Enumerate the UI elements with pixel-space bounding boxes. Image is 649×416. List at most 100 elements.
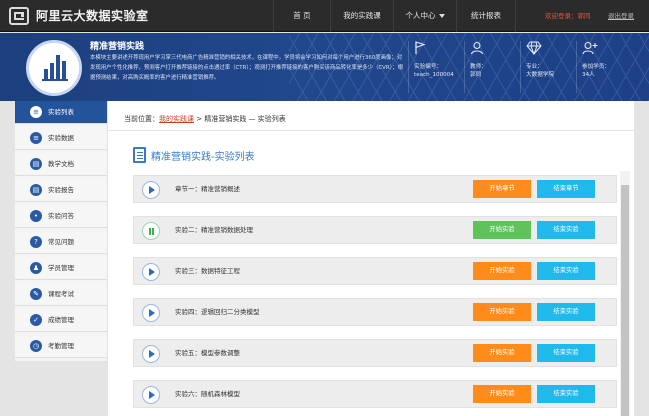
nav-personal-center[interactable]: 个人中心: [394, 0, 456, 32]
list-title: 精准营销实践-实验列表: [151, 152, 255, 163]
meta-students-label: 参加学员：: [582, 64, 610, 70]
sidebar-item-label: 学员管理: [48, 264, 74, 272]
sidebar-item-grade-management[interactable]: ✓ 成绩管理: [15, 309, 107, 332]
meta-teacher-value: 郭同: [470, 72, 482, 78]
add-user-icon: [582, 41, 642, 63]
sidebar-item-label: 实验列表: [48, 108, 74, 116]
meta-course-id: 实验编号： teach_100004: [414, 41, 474, 79]
grade-icon: ✓: [30, 314, 42, 326]
pause-icon[interactable]: [142, 222, 160, 240]
welcome-text: 欢迎登录：郭同: [545, 12, 591, 20]
sidebar-item-label: 实验报告: [48, 186, 74, 194]
sidebar-item-label: 成绩管理: [48, 316, 74, 324]
experiment-row-label: 实验二：精准营销数据处理: [175, 226, 253, 234]
nav-my-courses[interactable]: 我的实践课: [331, 0, 393, 32]
experiment-row: 实验五：模型参数调整 开始实验 结束实验: [133, 339, 617, 367]
experiment-row: 实验六：随机森林模型 开始实验 结束实验: [133, 380, 617, 408]
meta-teacher-label: 教师：: [470, 64, 487, 70]
experiment-row: 实验三：数据特征工程 开始实验 结束实验: [133, 257, 617, 285]
database-icon: ≡: [30, 132, 42, 144]
play-icon[interactable]: [142, 386, 160, 404]
experiment-row: 实验二：精准营销数据处理 开始实验 结束实验: [133, 216, 617, 244]
end-chapter-button[interactable]: 结束章节: [537, 180, 595, 198]
end-experiment-button[interactable]: 结束实验: [537, 385, 595, 403]
nav-personal-center-label: 个人中心: [405, 11, 436, 20]
teacher-icon: [470, 41, 530, 63]
sidebar-item-faq[interactable]: ? 常见问题: [15, 231, 107, 254]
sidebar-item-label: 课程考试: [48, 290, 74, 298]
experiment-row-label: 实验五：模型参数调整: [175, 349, 240, 357]
bar-chart-icon: [26, 40, 82, 96]
play-icon[interactable]: [142, 304, 160, 322]
meta-major-value: 大数据学院: [526, 72, 554, 78]
main-content: 当前位置：我的实践课 > 精准营销实践 — 实验列表 精准营销实践-实验列表 章…: [108, 101, 634, 416]
sidebar-item-label: 常见问题: [48, 238, 74, 246]
question-icon: ?: [30, 236, 42, 248]
sidebar-item-experiment-report[interactable]: ▤ 实验报告: [15, 179, 107, 202]
document-icon: ▤: [30, 158, 42, 170]
start-experiment-button[interactable]: 开始实验: [473, 303, 531, 321]
clock-icon: ◷: [30, 340, 42, 352]
end-experiment-button[interactable]: 结束实验: [537, 262, 595, 280]
start-chapter-button[interactable]: 开始章节: [473, 180, 531, 198]
start-experiment-button[interactable]: 开始实验: [473, 344, 531, 362]
logo-icon: [9, 7, 29, 25]
meta-students-value: 34人: [582, 72, 595, 78]
exam-icon: ✎: [30, 288, 42, 300]
sidebar-item-label: 教学文档: [48, 160, 74, 168]
meta-students: 参加学员： 34人: [582, 41, 642, 79]
meta-teacher: 教师： 郭同: [470, 41, 530, 79]
breadcrumb: 当前位置：我的实践课 > 精准营销实践 — 实验列表: [124, 114, 286, 124]
play-icon[interactable]: [142, 345, 160, 363]
end-experiment-button[interactable]: 结束实验: [537, 344, 595, 362]
meta-major-label: 专业：: [526, 64, 543, 70]
sidebar: ≡ 实验列表 ≡ 实验数据 ▤ 教学文档 ▤ 实验报告 • 实验问答 ? 常见问…: [15, 101, 107, 361]
course-description: 本模块主要讲述开荐现用户学习掌三代电商广告精准营销的相关技术，在课程中，学员将会…: [90, 55, 404, 81]
breadcrumb-rest: > 精准营销实践 — 实验列表: [194, 115, 286, 123]
comment-icon: •: [30, 210, 42, 222]
diamond-icon: [526, 41, 586, 63]
sidebar-item-experiment-data[interactable]: ≡ 实验数据: [15, 127, 107, 150]
sidebar-item-label: 实验问答: [48, 212, 74, 220]
end-experiment-button[interactable]: 结束实验: [537, 221, 595, 239]
logout-link[interactable]: 退出登录: [608, 0, 634, 32]
sidebar-item-student-management[interactable]: ♟ 学员管理: [15, 257, 107, 280]
breadcrumb-link-my-courses[interactable]: 我的实践课: [159, 115, 194, 123]
meta-major: 专业： 大数据学院: [526, 41, 586, 79]
experiment-row-label: 实验四：逻辑回归二分类模型: [175, 308, 260, 316]
list-icon: ≡: [30, 106, 42, 118]
experiment-row-label: 实验三：数据特征工程: [175, 267, 240, 275]
course-name: 精准营销实践: [90, 42, 145, 52]
start-experiment-button[interactable]: 开始实验: [473, 385, 531, 403]
experiment-row-label: 章节一：精准营销概述: [175, 185, 240, 193]
document-icon: [133, 147, 146, 163]
top-nav-bar: 阿里云大数据实验室 首 页 我的实践课 个人中心 统计报表 欢迎登录：郭同 退出…: [0, 0, 649, 32]
start-experiment-button[interactable]: 开始实验: [473, 221, 531, 239]
breadcrumb-prefix: 当前位置：: [124, 115, 159, 123]
play-icon[interactable]: [142, 181, 160, 199]
experiment-row: 实验四：逻辑回归二分类模型 开始实验 结束实验: [133, 298, 617, 326]
course-banner: 精准营销实践 本模块主要讲述开荐现用户学习掌三代电商广告精准营销的相关技术，在课…: [0, 33, 649, 101]
flag-icon: [414, 41, 474, 63]
meta-course-id-label: 实验编号：: [414, 64, 442, 70]
play-icon[interactable]: [142, 263, 160, 281]
sidebar-item-attendance[interactable]: ◷ 考勤管理: [15, 335, 107, 358]
sidebar-item-label: 考勤管理: [48, 342, 74, 350]
sidebar-item-experiment-list[interactable]: ≡ 实验列表: [15, 101, 107, 124]
user-icon: ♟: [30, 262, 42, 274]
start-experiment-button[interactable]: 开始实验: [473, 262, 531, 280]
report-icon: ▤: [30, 184, 42, 196]
end-experiment-button[interactable]: 结束实验: [537, 303, 595, 321]
sidebar-item-label: 实验数据: [48, 134, 74, 142]
nav-stats-report[interactable]: 统计报表: [457, 0, 515, 32]
sidebar-item-teaching-docs[interactable]: ▤ 教学文档: [15, 153, 107, 176]
nav-home[interactable]: 首 页: [274, 0, 330, 32]
scrollbar-thumb[interactable]: [621, 185, 629, 416]
experiment-row-label: 实验六：随机森林模型: [175, 390, 240, 398]
meta-course-id-value: teach_100004: [414, 72, 454, 78]
experiment-row: 章节一：精准营销概述 开始章节 结束章节: [133, 175, 617, 203]
chevron-down-icon: [438, 14, 445, 18]
sidebar-item-course-exam[interactable]: ✎ 课程考试: [15, 283, 107, 306]
sidebar-item-experiment-qa[interactable]: • 实验问答: [15, 205, 107, 228]
site-title: 阿里云大数据实验室: [36, 9, 149, 23]
